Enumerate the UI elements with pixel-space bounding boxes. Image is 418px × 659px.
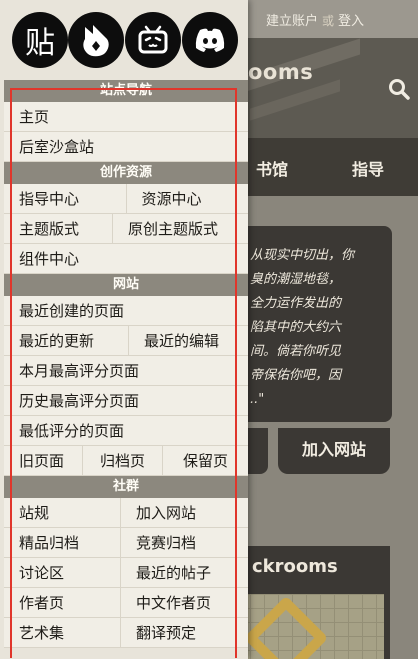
social-links: 贴 xyxy=(0,0,248,80)
nav-menu: 站点导航 主页 后室沙盒站 创作资源 指导中心 资源中心 主题版式 原创主题版式… xyxy=(4,80,248,648)
discord-icon[interactable] xyxy=(182,12,238,68)
quote-line: 全力运作发出的 xyxy=(250,296,342,311)
quote-text: 从现实中切出，你 臭的潮湿地毯， 全力运作发出的 陷其中的大约六 间。倘若你听见… xyxy=(250,244,390,412)
menu-item-resource-center[interactable]: 资源中心 xyxy=(125,184,249,213)
search-icon[interactable] xyxy=(388,78,410,100)
menu-item-old-pages[interactable]: 旧页面 xyxy=(4,446,82,475)
menu-item-home[interactable]: 主页 xyxy=(4,102,248,131)
menu-item-translation-reservation[interactable]: 翻译预定 xyxy=(120,618,248,647)
tieba-glyph: 贴 xyxy=(25,26,55,61)
section-header: 社群 xyxy=(4,476,248,498)
menu-row: 站规 加入网站 xyxy=(4,498,248,528)
account-links: 建立账户或登入 xyxy=(266,10,364,29)
menu-row: 讨论区 最近的帖子 xyxy=(4,558,248,588)
menu-row: 历史最高评分页面 xyxy=(4,386,248,416)
menu-item-contest-archive[interactable]: 竞赛归档 xyxy=(120,528,248,557)
menu-item-recent-posts[interactable]: 最近的帖子 xyxy=(120,558,248,587)
nav-guide[interactable]: 指导 xyxy=(352,156,384,180)
featured-card-title[interactable]: ckrooms xyxy=(252,556,338,577)
menu-item-chinese-author-pages[interactable]: 中文作者页 xyxy=(120,588,248,617)
menu-item-themes[interactable]: 主题版式 xyxy=(4,214,112,243)
tieba-icon[interactable]: 贴 xyxy=(12,12,68,68)
menu-item-top-rated-all-time[interactable]: 历史最高评分页面 xyxy=(4,386,248,415)
menu-item-site-rules[interactable]: 站规 xyxy=(4,498,120,527)
menu-item-top-rated-month[interactable]: 本月最高评分页面 xyxy=(4,356,248,385)
menu-row: 主题版式 原创主题版式 xyxy=(4,214,248,244)
discord-logo-icon xyxy=(195,28,225,52)
menu-row: 艺术集 翻译预定 xyxy=(4,618,248,648)
menu-row: 主页 xyxy=(4,102,248,132)
menu-row: 后室沙盒站 xyxy=(4,132,248,162)
menu-item-author-pages[interactable]: 作者页 xyxy=(4,588,120,617)
menu-item-original-themes[interactable]: 原创主题版式 xyxy=(112,214,248,243)
menu-row: 本月最高评分页面 xyxy=(4,356,248,386)
or-text: 或 xyxy=(322,14,335,28)
quote-line: 间。倘若你听见 xyxy=(250,344,342,359)
quote-line: 从现实中切出，你 xyxy=(250,248,355,263)
site-name[interactable]: ooms xyxy=(248,60,313,84)
menu-row: 作者页 中文作者页 xyxy=(4,588,248,618)
quote-line: 陷其中的大约六 xyxy=(250,320,342,335)
section-header: 创作资源 xyxy=(4,162,248,184)
fandom-icon[interactable] xyxy=(68,12,124,68)
menu-row: 最低评分的页面 xyxy=(4,416,248,446)
fandom-flame-icon xyxy=(83,25,109,57)
menu-item-featured-archive[interactable]: 精品归档 xyxy=(4,528,120,557)
menu-row: 精品归档 竞赛归档 xyxy=(4,528,248,558)
menu-item-forum[interactable]: 讨论区 xyxy=(4,558,120,587)
nav-library[interactable]: 书馆 xyxy=(256,156,288,180)
menu-item-lowest-rated[interactable]: 最低评分的页面 xyxy=(4,416,248,445)
menu-row: 最近创建的页面 xyxy=(4,296,248,326)
login-link[interactable]: 登入 xyxy=(338,14,364,29)
menu-row: 最近的更新 最近的编辑 xyxy=(4,326,248,356)
menu-item-guide-center[interactable]: 指导中心 xyxy=(4,184,126,213)
section-header: 站点导航 xyxy=(4,80,248,102)
menu-item-art-collection[interactable]: 艺术集 xyxy=(4,618,120,647)
menu-item-recent-edits[interactable]: 最近的编辑 xyxy=(128,326,248,355)
quote-line: .." xyxy=(250,392,265,407)
menu-row: 组件中心 xyxy=(4,244,248,274)
menu-item-component-center[interactable]: 组件中心 xyxy=(4,244,248,273)
menu-item-recently-created[interactable]: 最近创建的页面 xyxy=(4,296,248,325)
create-account-link[interactable]: 建立账户 xyxy=(266,14,318,29)
featured-card-image xyxy=(236,594,384,659)
quote-line: 臭的潮湿地毯， xyxy=(250,272,342,287)
section-header: 网站 xyxy=(4,274,248,296)
menu-item-recent-updates[interactable]: 最近的更新 xyxy=(4,326,128,355)
side-menu: 贴 站点导航 主页 后室沙盒站 创作资源 指导中心 资源中心 主题版式 原创主题… xyxy=(0,0,248,659)
bilibili-icon[interactable] xyxy=(125,12,181,68)
quote-line: 帝保佑你吧，因 xyxy=(250,368,342,383)
menu-row: 旧页面 归档页 保留页 xyxy=(4,446,248,476)
bilibili-tv-icon xyxy=(138,25,168,54)
menu-item-sandbox[interactable]: 后室沙盒站 xyxy=(4,132,248,161)
menu-item-join-site[interactable]: 加入网站 xyxy=(120,498,248,527)
menu-item-reserved-pages[interactable]: 保留页 xyxy=(162,446,248,475)
menu-row: 指导中心 资源中心 xyxy=(4,184,248,214)
join-site-button[interactable]: 加入网站 xyxy=(278,428,390,474)
menu-item-archived-pages[interactable]: 归档页 xyxy=(82,446,162,475)
